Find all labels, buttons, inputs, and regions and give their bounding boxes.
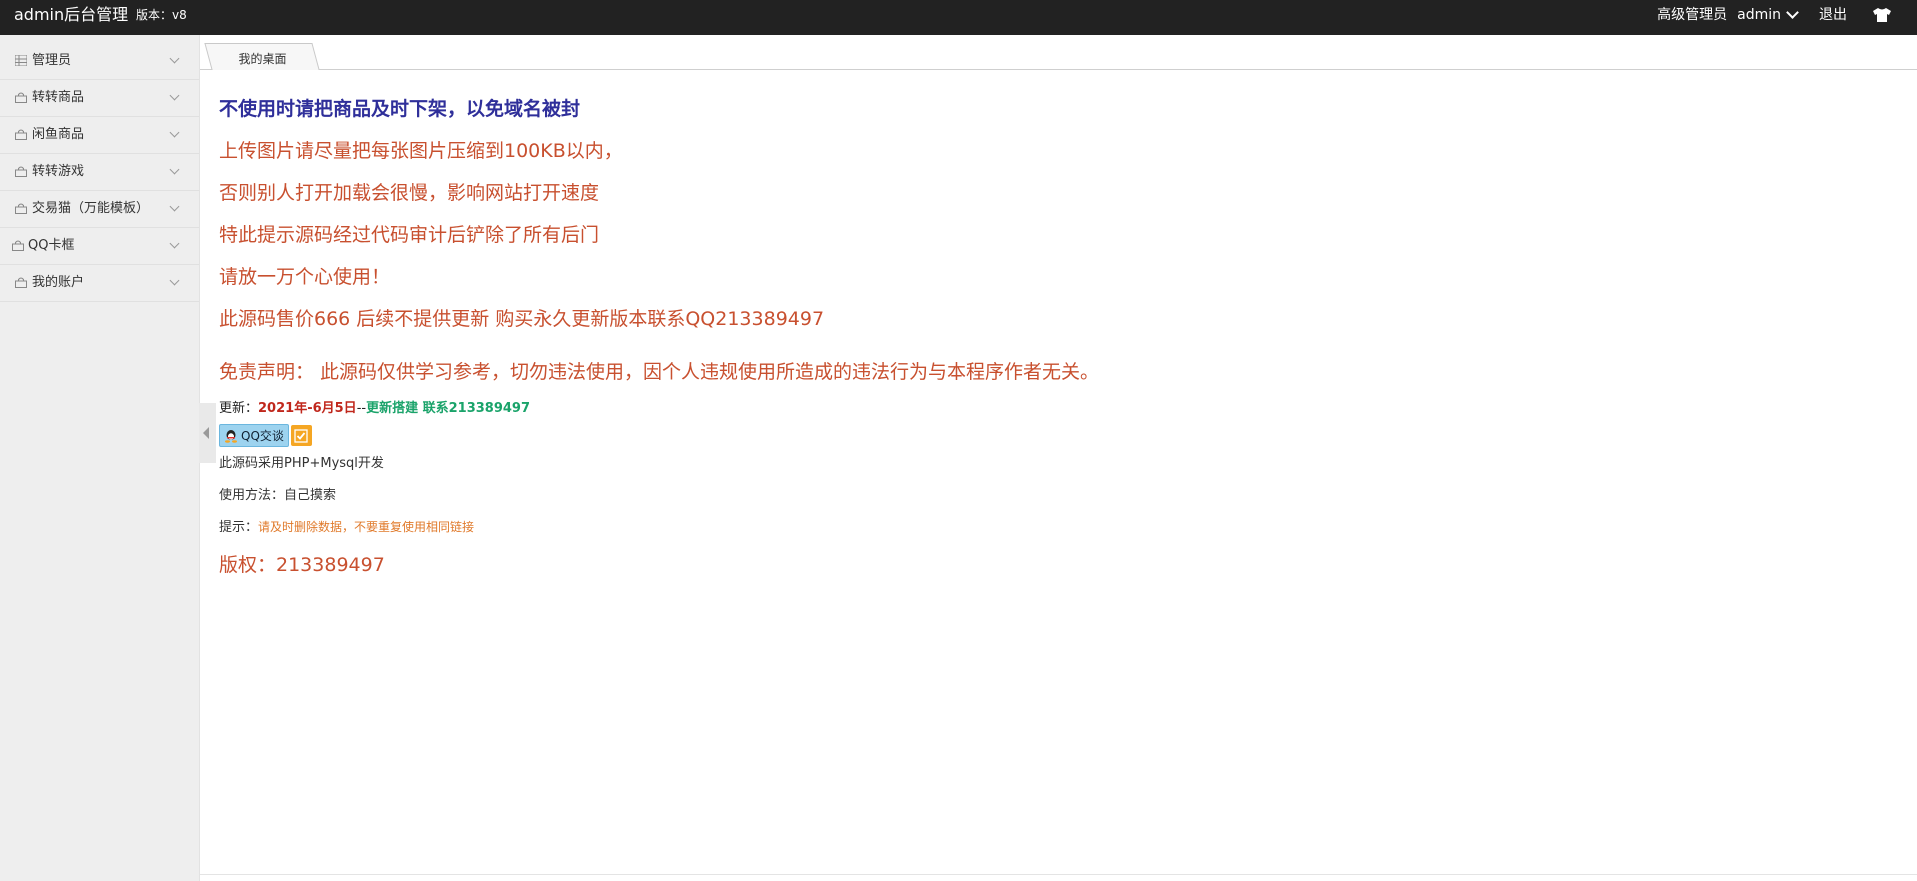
chevron-down-icon <box>169 275 180 286</box>
footer-divider <box>200 874 1917 875</box>
qq-chat-button[interactable]: QQ交谈 <box>219 424 289 447</box>
info-line: 上传图片请尽量把每张图片压缩到100KB以内， <box>219 140 623 162</box>
tab-bar: 我的桌面 <box>200 35 1917 70</box>
qq-chat-label: QQ交谈 <box>241 429 284 443</box>
update-note: 更新搭建 联系213389497 <box>366 401 531 416</box>
sidebar-item-jiaoyimao[interactable]: 交易猫（万能模板） <box>0 191 199 228</box>
sidebar-item-qq-card[interactable]: QQ卡框 <box>0 228 199 265</box>
qq-penguin-icon <box>225 429 237 443</box>
bag-icon <box>15 203 27 214</box>
sidebar: 管理员 转转商品 闲鱼商品 转转游戏 交易猫（万能模板） QQ卡框 我的账户 <box>0 35 200 881</box>
bag-icon <box>15 129 27 140</box>
chevron-down-icon <box>169 90 180 101</box>
sidebar-item-label: 转转商品 <box>32 90 85 105</box>
update-separator: -- <box>356 401 367 416</box>
top-navbar: admin后台管理 版本：v8 高级管理员 admin 退出 <box>0 0 1917 35</box>
chevron-down-icon <box>169 238 180 249</box>
sidebar-item-label: 闲鱼商品 <box>32 127 85 142</box>
version-info: 版本：v8 <box>136 0 187 30</box>
tab-my-desktop[interactable]: 我的桌面 <box>204 43 320 70</box>
copyright-line: 版权：213389497 <box>219 554 385 576</box>
tip-value: 请及时删除数据，不要重复使用相同链接 <box>258 520 475 534</box>
chevron-left-icon <box>203 427 209 439</box>
usage-value: 自己摸索 <box>284 488 337 503</box>
bag-icon <box>15 92 27 103</box>
price-line: 此源码售价666 后续不提供更新 购买永久更新版本联系QQ213389497 <box>219 308 825 330</box>
chevron-down-icon <box>169 53 180 64</box>
info-line: 否则别人打开加载会很慢，影响网站打开速度 <box>219 182 600 204</box>
check-icon[interactable] <box>290 425 312 446</box>
info-line: 请放一万个心使用！ <box>219 266 391 288</box>
sidebar-item-admin[interactable]: 管理员 <box>0 43 199 80</box>
bag-icon <box>15 166 27 177</box>
usage-line: 使用方法：自己摸索 <box>219 484 336 503</box>
qq-contact-row: QQ交谈 <box>219 424 312 447</box>
app-title: admin后台管理 <box>14 5 129 24</box>
update-line: 更新：2021年-6月5日--更新搭建 联系213389497 <box>219 397 530 416</box>
usage-label: 使用方法： <box>219 488 285 503</box>
sidebar-item-zhuanzhuan-goods[interactable]: 转转商品 <box>0 80 199 117</box>
tech-line: 此源码采用PHP+Mysql开发 <box>219 456 384 471</box>
sidebar-item-my-account[interactable]: 我的账户 <box>0 265 199 302</box>
sidebar-item-zhuanzhuan-games[interactable]: 转转游戏 <box>0 154 199 191</box>
sidebar-collapse-toggle[interactable] <box>199 403 216 463</box>
tip-line: 提示：请及时删除数据，不要重复使用相同链接 <box>219 516 474 535</box>
update-date: 2021年-6月5日 <box>258 401 357 416</box>
chevron-down-icon <box>1786 6 1799 19</box>
sidebar-item-label: 我的账户 <box>32 275 85 290</box>
sidebar-item-label: QQ卡框 <box>28 238 75 253</box>
logout-link[interactable]: 退出 <box>1819 0 1847 30</box>
sidebar-item-label: 管理员 <box>32 53 72 68</box>
tip-label: 提示： <box>219 520 259 535</box>
user-role: 高级管理员 <box>1657 7 1728 23</box>
disclaimer-line: 免责声明： 此源码仅供学习参考，切勿违法使用，因个人违规使用所造成的违法行为与本… <box>219 361 1100 383</box>
update-label: 更新： <box>219 401 259 416</box>
bag-icon <box>15 277 27 288</box>
sidebar-item-label: 转转游戏 <box>32 164 85 179</box>
user-menu[interactable]: admin <box>1737 0 1799 30</box>
sidebar-item-label: 交易猫（万能模板） <box>32 201 150 216</box>
chevron-down-icon <box>169 127 180 138</box>
notice-heading: 不使用时请把商品及时下架，以免域名被封 <box>219 98 581 120</box>
grid-icon <box>15 55 27 66</box>
version-number: v8 <box>172 8 187 22</box>
username: admin <box>1737 7 1781 23</box>
sidebar-item-xianyu-goods[interactable]: 闲鱼商品 <box>0 117 199 154</box>
shirt-icon[interactable] <box>1873 8 1891 22</box>
user-area: 高级管理员 admin 退出 <box>1657 0 1891 30</box>
bag-icon <box>12 240 24 251</box>
chevron-down-icon <box>169 164 180 175</box>
tab-label: 我的桌面 <box>238 52 287 66</box>
version-label: 版本： <box>136 8 173 22</box>
chevron-down-icon <box>169 201 180 212</box>
info-line: 特此提示源码经过代码审计后铲除了所有后门 <box>219 224 600 246</box>
